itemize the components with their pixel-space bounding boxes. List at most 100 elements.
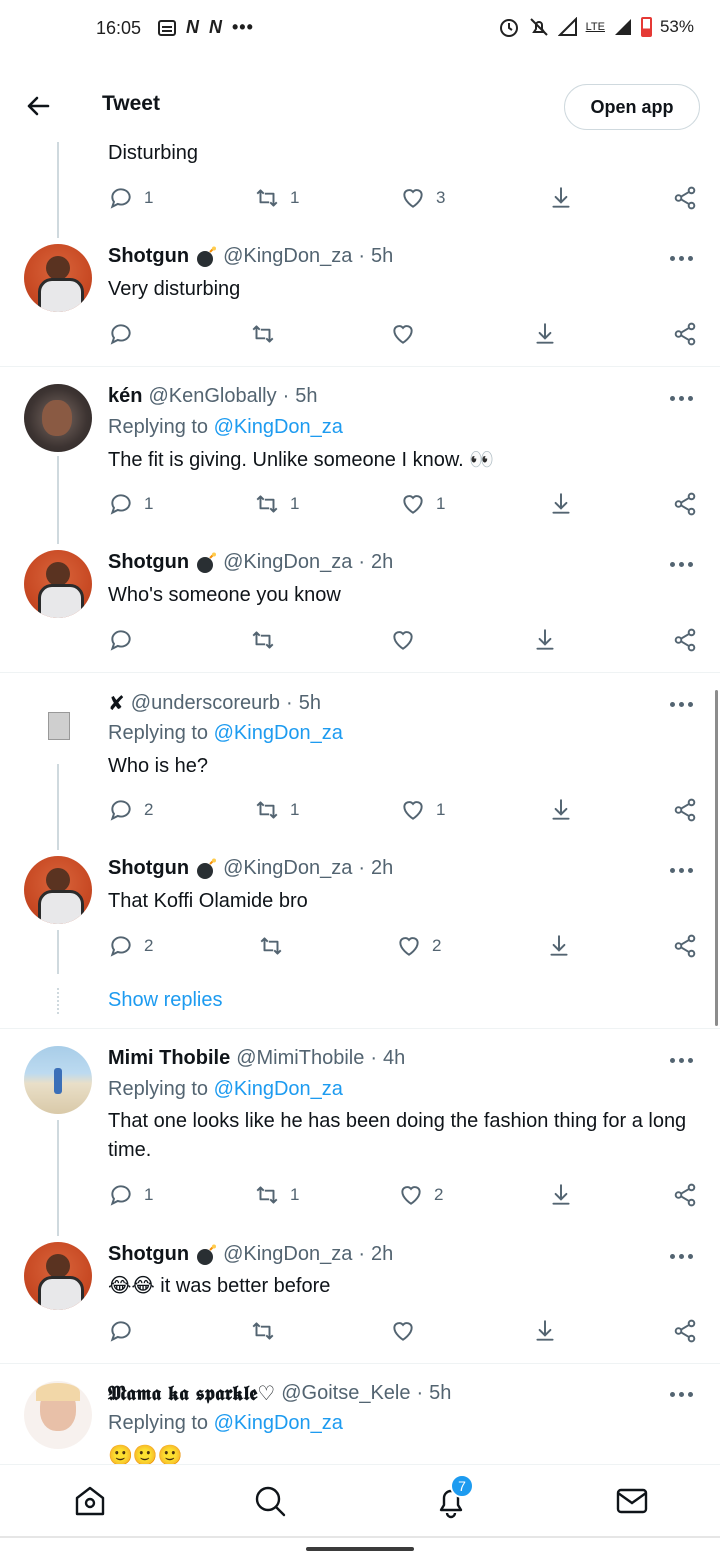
download-button[interactable] <box>546 933 572 959</box>
replying-to: Replying to @KingDon_za <box>108 416 343 438</box>
avatar[interactable] <box>24 1242 92 1310</box>
reply-icon <box>110 494 131 515</box>
reply-button[interactable] <box>108 321 144 347</box>
retweet-button[interactable]: 1 <box>254 797 299 823</box>
thread-line <box>57 930 59 974</box>
more-options-icon[interactable] <box>670 255 694 263</box>
download-button[interactable] <box>532 321 558 347</box>
more-options-icon[interactable] <box>670 1057 694 1065</box>
author-name[interactable]: kén <box>108 385 142 408</box>
retweet-button[interactable]: 1 <box>254 1182 299 1208</box>
share-button[interactable] <box>672 797 698 823</box>
avatar[interactable] <box>24 244 92 312</box>
system-nav-divider <box>0 1536 720 1538</box>
author-handle[interactable]: @Goitse_Kele <box>281 1382 410 1405</box>
more-options-icon[interactable] <box>670 1253 694 1261</box>
signal-icon <box>614 19 631 35</box>
avatar[interactable] <box>24 1046 92 1114</box>
retweet-button[interactable] <box>258 933 294 959</box>
more-options-icon[interactable] <box>670 395 694 403</box>
download-button[interactable] <box>548 491 574 517</box>
author-name[interactable]: Shotgun <box>108 857 189 880</box>
download-button[interactable] <box>532 1318 558 1344</box>
back-arrow-icon[interactable] <box>22 90 54 122</box>
share-button[interactable] <box>672 1182 698 1208</box>
author-handle[interactable]: @MimiThobile <box>236 1047 364 1070</box>
messages-icon[interactable] <box>614 1483 650 1519</box>
tweet-actions: 2 1 1 <box>108 797 698 827</box>
like-button[interactable]: 2 <box>398 1182 443 1208</box>
share-icon <box>674 798 696 822</box>
like-button[interactable]: 1 <box>400 491 445 517</box>
home-icon[interactable] <box>72 1483 108 1519</box>
like-button[interactable] <box>390 627 426 653</box>
avatar[interactable] <box>24 550 92 618</box>
author-name[interactable]: Shotgun <box>108 1243 189 1266</box>
like-button[interactable]: 1 <box>400 797 445 823</box>
download-button[interactable] <box>532 627 558 653</box>
scrollbar[interactable] <box>715 690 718 1026</box>
author-name[interactable]: Shotgun <box>108 245 189 268</box>
n-app-icon: N <box>209 17 222 37</box>
author-handle[interactable]: @underscoreurb <box>131 692 280 715</box>
share-button[interactable] <box>672 491 698 517</box>
download-button[interactable] <box>548 797 574 823</box>
like-button[interactable]: 3 <box>400 185 445 211</box>
tweet-time: 2h <box>371 1243 394 1265</box>
author-handle[interactable]: @KingDon_za <box>223 551 352 574</box>
more-options-icon[interactable] <box>670 1391 694 1399</box>
like-count: 2 <box>434 1185 444 1204</box>
retweet-button[interactable] <box>250 1318 286 1344</box>
avatar[interactable] <box>24 690 92 758</box>
like-button[interactable]: 2 <box>396 933 441 959</box>
share-button[interactable] <box>672 627 698 653</box>
author-name[interactable]: 𝕸𝖆𝖒𝖆 𝖐𝖆 𝖘𝖕𝖆𝖗𝖐𝖑𝖊♡ <box>108 1381 275 1405</box>
reply-button[interactable]: 2 <box>108 797 153 823</box>
retweet-button[interactable] <box>250 627 286 653</box>
avatar[interactable] <box>24 856 92 924</box>
like-count: 3 <box>436 188 446 207</box>
search-icon[interactable] <box>252 1483 288 1519</box>
avatar[interactable] <box>24 1381 92 1449</box>
author-handle[interactable]: @KingDon_za <box>223 1243 352 1266</box>
retweet-icon <box>256 1186 278 1204</box>
share-button[interactable] <box>672 321 698 347</box>
like-button[interactable] <box>390 321 426 347</box>
share-button[interactable] <box>672 933 698 959</box>
mention-link[interactable]: @KingDon_za <box>214 1078 343 1100</box>
more-options-icon[interactable] <box>670 867 694 875</box>
more-options-icon[interactable] <box>670 561 694 569</box>
retweet-count: 1 <box>290 188 300 207</box>
mention-link[interactable]: @KingDon_za <box>214 416 343 438</box>
mention-link[interactable]: @KingDon_za <box>214 722 343 744</box>
reply-button[interactable]: 2 <box>108 933 153 959</box>
show-replies-link[interactable]: Show replies <box>108 989 223 1012</box>
share-button[interactable] <box>672 1318 698 1344</box>
retweet-button[interactable]: 1 <box>254 185 299 211</box>
reply-button[interactable]: 1 <box>108 491 153 517</box>
retweet-button[interactable]: 1 <box>254 491 299 517</box>
reply-icon <box>110 630 131 651</box>
author-handle[interactable]: @KingDon_za <box>223 245 352 268</box>
mention-link[interactable]: @KingDon_za <box>214 1412 343 1434</box>
share-button[interactable] <box>672 185 698 211</box>
open-app-button[interactable]: Open app <box>564 84 700 130</box>
reply-button[interactable] <box>108 627 144 653</box>
download-button[interactable] <box>548 185 574 211</box>
reply-button[interactable] <box>108 1318 144 1344</box>
author-handle[interactable]: @KenGlobally <box>148 385 276 408</box>
like-button[interactable] <box>390 1318 426 1344</box>
lte-icon: LTE <box>585 21 605 33</box>
author-name[interactable]: ✘ <box>108 691 125 716</box>
retweet-button[interactable] <box>250 321 286 347</box>
more-options-icon[interactable] <box>670 701 694 709</box>
home-indicator[interactable] <box>306 1547 414 1551</box>
avatar[interactable] <box>24 384 92 452</box>
author-name[interactable]: Shotgun <box>108 551 189 574</box>
author-handle[interactable]: @KingDon_za <box>223 857 352 880</box>
download-button[interactable] <box>548 1182 574 1208</box>
author-name[interactable]: Mimi Thobile <box>108 1047 230 1070</box>
thread-line <box>57 1120 59 1236</box>
reply-button[interactable]: 1 <box>108 185 153 211</box>
reply-button[interactable]: 1 <box>108 1182 153 1208</box>
